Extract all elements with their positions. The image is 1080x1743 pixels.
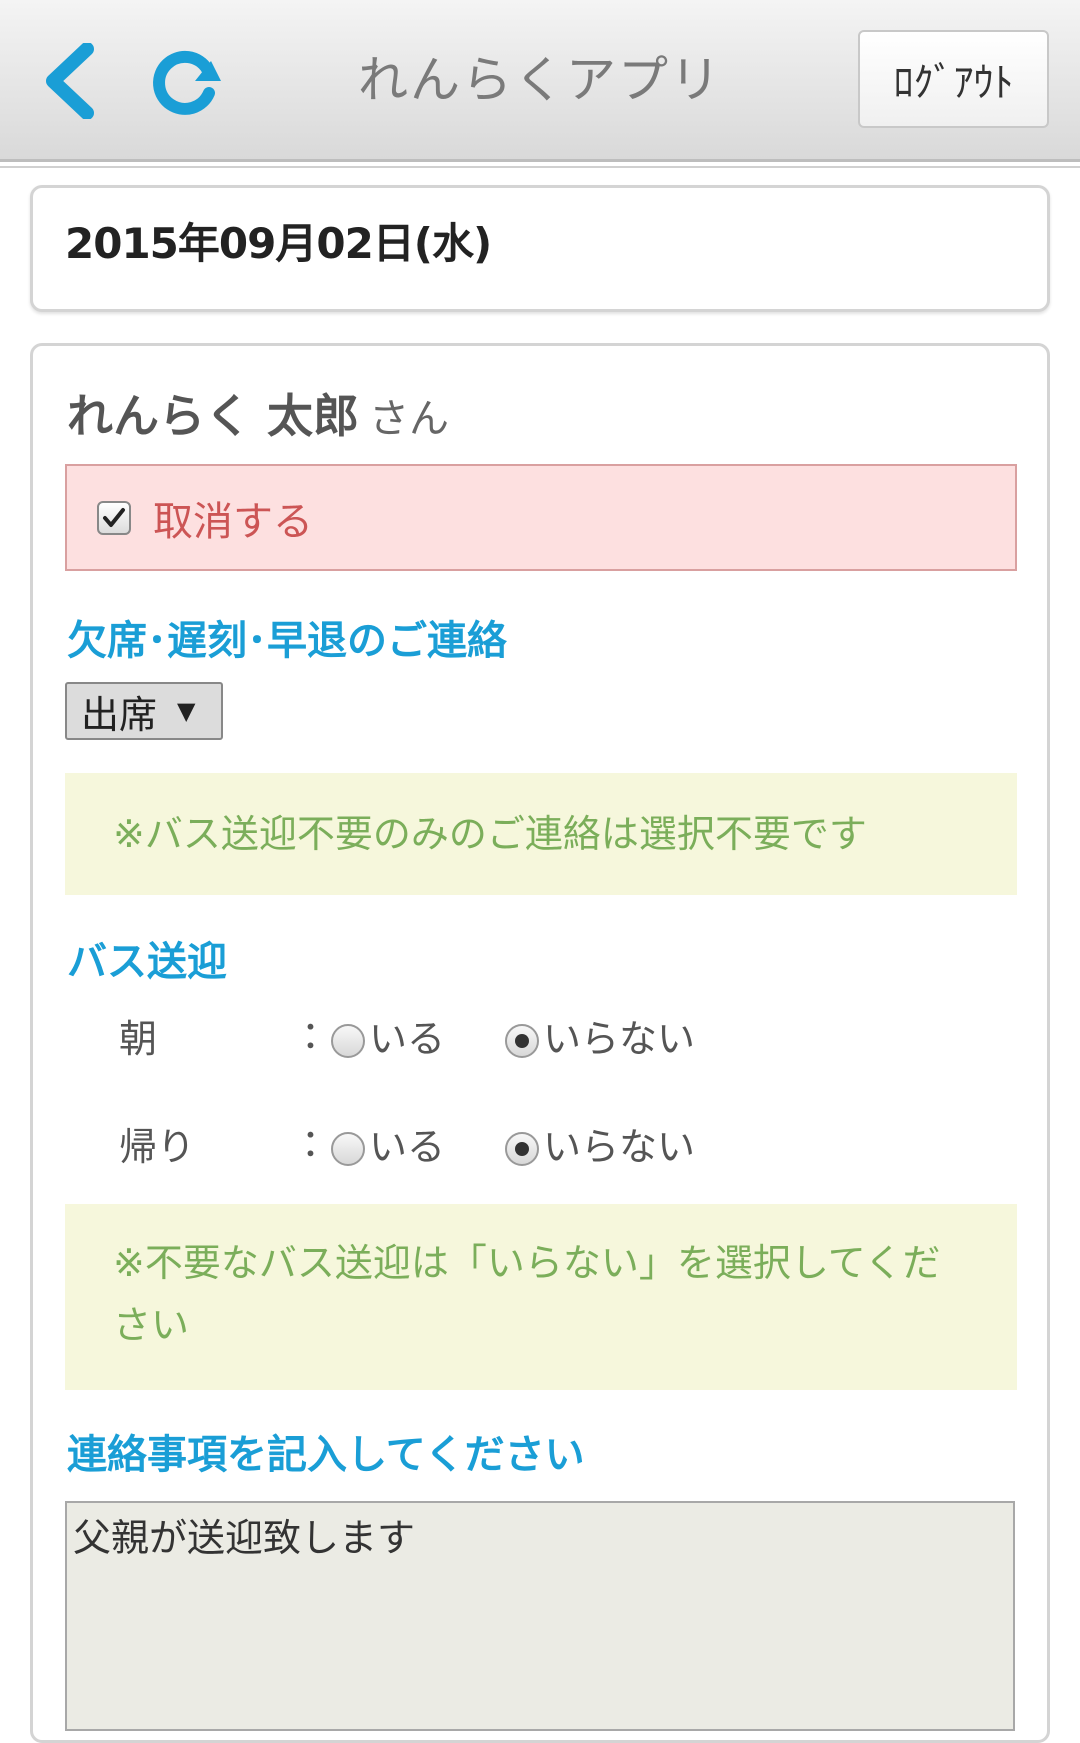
bus-note-2: ※不要なバス送迎は「いらない」を選択してください: [65, 1204, 1017, 1390]
morning-no-radio[interactable]: [505, 1024, 539, 1058]
bus-row-return: 帰り ： いる いらない: [119, 1116, 1019, 1176]
message-textarea[interactable]: 父親が送迎致します: [65, 1501, 1015, 1731]
checkmark-icon: [103, 507, 125, 527]
reload-button[interactable]: [140, 36, 230, 126]
message-heading: 連絡事項を記入してください: [67, 1432, 585, 1478]
contact-form-card: れんらく 太郎 さん 取消する 欠席･遅刻･早退のご連絡 出席 ▼ ※バス送迎不要…: [30, 343, 1050, 1743]
absence-heading: 欠席･遅刻･早退のご連絡: [67, 618, 507, 664]
person-name-text: れんらく 太郎: [67, 389, 360, 443]
date-card: 2015年09月02日(水): [30, 185, 1050, 312]
morning-yes-radio[interactable]: [331, 1024, 365, 1058]
bus-heading: バス送迎: [67, 939, 227, 985]
return-no-radio[interactable]: [505, 1132, 539, 1166]
return-no-label[interactable]: いらない: [543, 1116, 695, 1171]
app-title: れんらくアプリ: [358, 51, 722, 109]
bus-note-1: ※バス送迎不要のみのご連絡は選択不要です: [65, 773, 1017, 895]
reload-icon: [153, 50, 221, 115]
attendance-select[interactable]: 出席 ▼: [65, 682, 223, 740]
chevron-left-icon: [46, 43, 94, 119]
cancel-checkbox[interactable]: [97, 500, 131, 535]
back-button[interactable]: [34, 36, 104, 126]
bus-row-label: 帰り: [119, 1125, 196, 1169]
bus-note-1-text: ※バス送迎不要のみのご連絡は選択不要です: [113, 812, 867, 856]
morning-yes-label[interactable]: いる: [369, 1008, 445, 1063]
dropdown-arrow-icon: ▼: [177, 697, 196, 725]
header-divider: [0, 166, 1080, 168]
morning-no-label[interactable]: いらない: [543, 1008, 695, 1063]
logout-button[interactable]: ﾛｸﾞｱｳﾄ: [858, 30, 1049, 128]
attendance-select-value: 出席: [81, 692, 158, 737]
bus-row-label: 朝: [119, 1017, 158, 1061]
cancel-label[interactable]: 取消する: [153, 489, 313, 547]
date-label: 2015年09月02日(水): [65, 219, 492, 268]
person-name-suffix: さん: [369, 396, 450, 442]
return-yes-radio[interactable]: [331, 1132, 365, 1166]
bus-note-2-text: ※不要なバス送迎は「いらない」を選択してください: [113, 1241, 941, 1347]
cancel-row[interactable]: 取消する: [65, 464, 1017, 571]
app-header: れんらくアプリ ﾛｸﾞｱｳﾄ: [0, 0, 1080, 162]
return-yes-label[interactable]: いる: [369, 1116, 445, 1171]
bus-row-morning: 朝 ： いる いらない: [119, 1008, 1019, 1068]
person-name: れんらく 太郎 さん: [67, 380, 449, 446]
